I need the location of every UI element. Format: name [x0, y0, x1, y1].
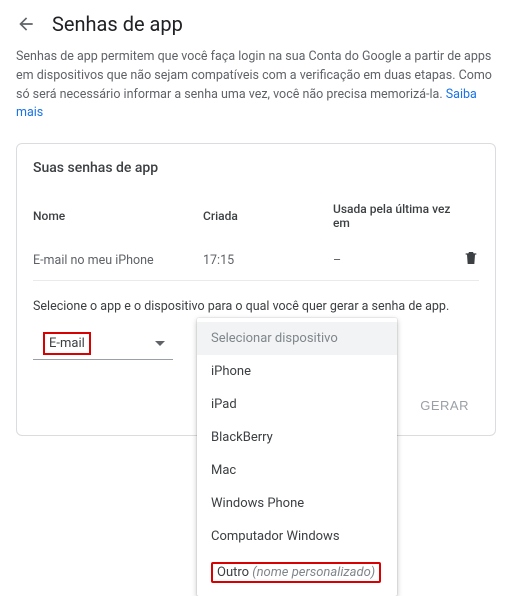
- delete-icon[interactable]: [451, 250, 479, 270]
- selector-row: E-mail Selecionar dispositivo iPhone iPa…: [33, 328, 479, 360]
- device-menu-other-prefix: Outro: [217, 565, 252, 580]
- device-menu-item-iphone[interactable]: iPhone: [197, 355, 397, 388]
- back-arrow-icon[interactable]: [16, 14, 36, 34]
- description-text: Senhas de app permitem que você faça log…: [0, 44, 512, 135]
- device-menu-item-mac[interactable]: Mac: [197, 454, 397, 487]
- device-menu-item-windowspc[interactable]: Computador Windows: [197, 520, 397, 553]
- page-title: Senhas de app: [52, 12, 183, 36]
- table-row: E-mail no meu iPhone 17:15 –: [33, 240, 479, 281]
- cell-lastused: –: [333, 253, 451, 268]
- col-header-name: Nome: [33, 209, 203, 223]
- card-title: Suas senhas de app: [33, 160, 479, 176]
- device-menu-other-suffix: (nome personalizado): [252, 565, 375, 580]
- col-header-lastused: Usada pela última vez em: [333, 202, 451, 230]
- device-menu-placeholder: Selecionar dispositivo: [197, 322, 397, 355]
- device-menu-item-other[interactable]: Outro (nome personalizado): [197, 553, 397, 592]
- select-hint: Selecione o app e o dispositivo para o q…: [33, 299, 479, 314]
- app-dropdown-label: E-mail: [43, 332, 91, 355]
- chevron-down-icon: [155, 341, 165, 346]
- app-passwords-card: Suas senhas de app Nome Criada Usada pel…: [16, 143, 496, 436]
- device-dropdown-menu: Selecionar dispositivo iPhone iPad Black…: [197, 318, 397, 596]
- device-menu-item-ipad[interactable]: iPad: [197, 388, 397, 421]
- description-body: Senhas de app permitem que você faça log…: [16, 49, 492, 102]
- cell-name: E-mail no meu iPhone: [33, 253, 203, 268]
- device-menu-item-windowsphone[interactable]: Windows Phone: [197, 487, 397, 520]
- table-header-row: Nome Criada Usada pela última vez em: [33, 192, 479, 240]
- app-dropdown[interactable]: E-mail: [33, 328, 173, 360]
- col-header-created: Criada: [203, 209, 333, 223]
- cell-created: 17:15: [203, 253, 333, 268]
- generate-button[interactable]: GERAR: [410, 392, 479, 419]
- page-header: Senhas de app: [0, 0, 512, 44]
- device-menu-item-blackberry[interactable]: BlackBerry: [197, 421, 397, 454]
